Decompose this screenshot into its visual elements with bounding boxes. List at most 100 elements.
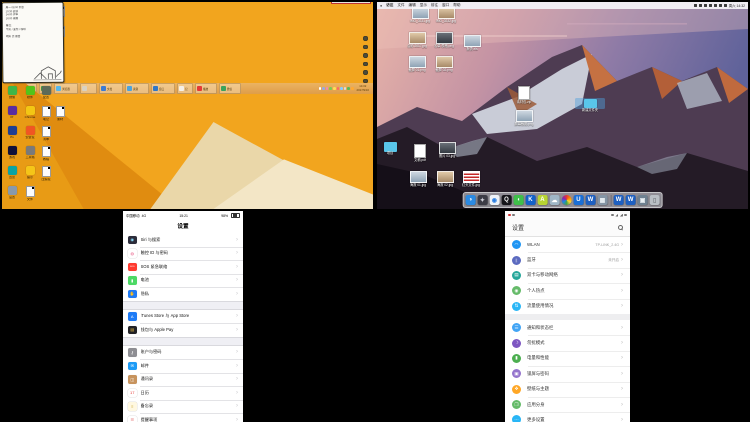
menu-item[interactable]: 编辑	[409, 3, 416, 8]
settings-row-sos[interactable]: SOSSOS 紧急联络›	[123, 260, 243, 274]
desktop-icon[interactable]: 配置	[38, 86, 54, 103]
dock-icon-cloud[interactable]: ☁	[549, 195, 560, 206]
settings-row-mail[interactable]: ✉邮件›	[123, 359, 243, 373]
dock-icon-trash[interactable]: ▯	[649, 195, 660, 206]
sticky-note-widget[interactable]: 周一 08:00 例会10:30 面谈14:00 评审16:00 周报 备注:牛…	[2, 2, 64, 83]
status-icon[interactable]	[699, 4, 702, 7]
settings-row-itunes-appstore[interactable]: AiTunes Store 与 App Store›	[123, 310, 243, 324]
desktop-icon[interactable]: Pr	[4, 106, 20, 123]
taskbar-app-button[interactable]: 文档	[99, 83, 123, 94]
menu-item[interactable]: 文件	[397, 3, 404, 8]
mac-desktop-icon[interactable]: 红头文件.jpg	[456, 171, 486, 187]
desktop-icon[interactable]: 文件	[22, 186, 38, 205]
settings-row[interactable]: ❐应用分身›	[505, 397, 630, 412]
desktop-icon[interactable]: 游戏	[4, 146, 20, 163]
dock-icon-preview[interactable]: ▣	[637, 195, 648, 206]
mac-desktop-icon[interactable]: 截屏 02.png	[429, 56, 459, 72]
mac-desktop-icon[interactable]: 项目	[377, 142, 405, 156]
macos-dock[interactable]: ◑✦◉Q◖KA☁UW▦WW▣▯	[462, 192, 663, 208]
mac-desktop-icon[interactable]: 文稿.pdf	[405, 144, 435, 162]
desktop-icon[interactable]: 清单	[38, 126, 54, 145]
status-icon[interactable]	[719, 4, 722, 7]
menu-item[interactable]: 前往	[431, 3, 438, 8]
windows-taskbar[interactable]: ⊞ 浏览器文档资源窗口记播放微信 14:32 2017/9/16	[2, 83, 373, 94]
settings-row[interactable]: ❖壁纸与主题›	[505, 382, 630, 397]
dock-icon-photo-gray[interactable]: ▦	[597, 195, 608, 206]
widget-button[interactable]	[363, 62, 368, 67]
dock-icon-wechat[interactable]: ◖	[513, 195, 524, 206]
settings-row[interactable]: ⋯更多设置›	[505, 412, 630, 422]
dock-icon-launchpad[interactable]: ✦	[477, 195, 488, 206]
mac-desktop-icon[interactable]: 新建文件夹	[575, 98, 605, 113]
status-icon[interactable]	[694, 4, 697, 7]
tray-icon[interactable]	[344, 87, 347, 90]
taskbar-app-button[interactable]: 窗口	[151, 83, 175, 94]
taskbar-app-button[interactable]: 微信	[219, 83, 241, 94]
status-icon[interactable]	[704, 4, 707, 7]
taskbar-app-button[interactable]: 播放	[195, 83, 217, 94]
menu-item[interactable]: 帮助	[453, 3, 460, 8]
tray-icon[interactable]	[351, 87, 354, 90]
menu-item[interactable]: 显示	[420, 3, 427, 8]
macos-menubar[interactable]: ●访达文件编辑显示前往窗口帮助 周六 14:32	[377, 2, 748, 9]
dock-icon-k-app[interactable]: K	[525, 195, 536, 206]
widget-button[interactable]	[363, 53, 368, 58]
menubar-clock[interactable]: 周六 14:32	[729, 3, 745, 8]
mac-desktop-icon[interactable]: 海报 01.jpg	[403, 171, 433, 187]
settings-row-contacts[interactable]: ◫通讯录›	[123, 373, 243, 387]
menubar-status-icons[interactable]: 周六 14:32	[694, 3, 745, 8]
widget-button[interactable]	[363, 70, 368, 75]
desktop-icon[interactable]: 教程	[38, 146, 54, 165]
settings-row[interactable]: ▮电量和性能›	[505, 351, 630, 366]
taskbar-app-button[interactable]: 浏览器	[54, 83, 78, 94]
dock-icon-qq[interactable]: Q	[501, 195, 512, 206]
settings-row-reminders[interactable]: ☰提醒事项›	[123, 413, 243, 422]
tray-icons[interactable]	[319, 87, 354, 90]
desktop-icon[interactable]: 软件	[22, 86, 38, 103]
mac-desktop-icon[interactable]: 照片 03.jpg	[432, 142, 462, 158]
taskbar-app-button[interactable]: 资源	[125, 83, 149, 94]
tray-icon[interactable]	[322, 87, 325, 90]
taskbar-app-button[interactable]	[80, 83, 97, 94]
mac-desktop-icon[interactable]: 名单 表格.png	[429, 32, 459, 48]
mac-desktop-icon[interactable]: 截屏 01.png	[402, 56, 432, 72]
dock-icon-word[interactable]: W	[585, 195, 596, 206]
dock-icon-finder[interactable]: ◑	[465, 195, 476, 206]
desktop-icon[interactable]: 安装包	[22, 126, 38, 143]
desktop-icon[interactable]: 设置	[4, 186, 20, 203]
taskbar-app-button[interactable]: 记	[177, 83, 193, 94]
desktop-icon[interactable]: 提示	[22, 166, 38, 183]
settings-row[interactable]: ▤双卡与移动网络›	[505, 268, 630, 283]
settings-row-siri[interactable]: ◉Siri 与搜索›	[123, 233, 243, 247]
settings-row-notes[interactable]: ≡备忘录›	[123, 400, 243, 414]
tray-icon[interactable]	[329, 87, 332, 90]
settings-row[interactable]: ◠WLANTP-LINK_2.4G›	[505, 237, 630, 252]
settings-row-accounts-passwords[interactable]: ⚷账户与密码›	[123, 346, 243, 360]
tray-icon[interactable]	[340, 87, 343, 90]
widget-side-buttons[interactable]	[363, 36, 368, 87]
search-icon[interactable]	[618, 225, 623, 230]
mac-desktop-icon[interactable]: 合影 2017.jpg	[402, 32, 432, 48]
desktop-icon[interactable]: 微信	[4, 86, 20, 103]
dock-icon-u-app[interactable]: U	[573, 195, 584, 206]
status-icon[interactable]	[724, 4, 727, 7]
dock-icon-word-2[interactable]: W	[613, 195, 624, 206]
desktop-icon[interactable]: 素材	[52, 106, 68, 125]
dock-icon-word-3[interactable]: W	[625, 195, 636, 206]
tray-icon[interactable]	[347, 87, 350, 90]
desktop-icon[interactable]: 工具箱	[22, 146, 38, 163]
tray-icon[interactable]	[326, 87, 329, 90]
mac-desktop-icon[interactable]: IMG_0232.jpg	[431, 7, 461, 23]
desktop-icon[interactable]: Ps	[4, 126, 20, 143]
mac-desktop-icon[interactable]: 素材包.zip	[509, 86, 539, 104]
widget-button[interactable]	[363, 36, 368, 41]
desktop-icon[interactable]: 迅雷	[4, 166, 20, 183]
mac-desktop-icon[interactable]: 报表.xls	[457, 35, 487, 51]
desktop-icon[interactable]: Chrome	[22, 106, 38, 123]
dock-icon-safari[interactable]: ◉	[489, 195, 500, 206]
tray-icon[interactable]	[319, 87, 322, 90]
settings-row-battery[interactable]: ▮电池›	[123, 274, 243, 288]
tray-icon[interactable]	[333, 87, 336, 90]
dock-icon-app-store[interactable]: A	[537, 195, 548, 206]
settings-row[interactable]: ☰通知和状态栏›	[505, 320, 630, 335]
